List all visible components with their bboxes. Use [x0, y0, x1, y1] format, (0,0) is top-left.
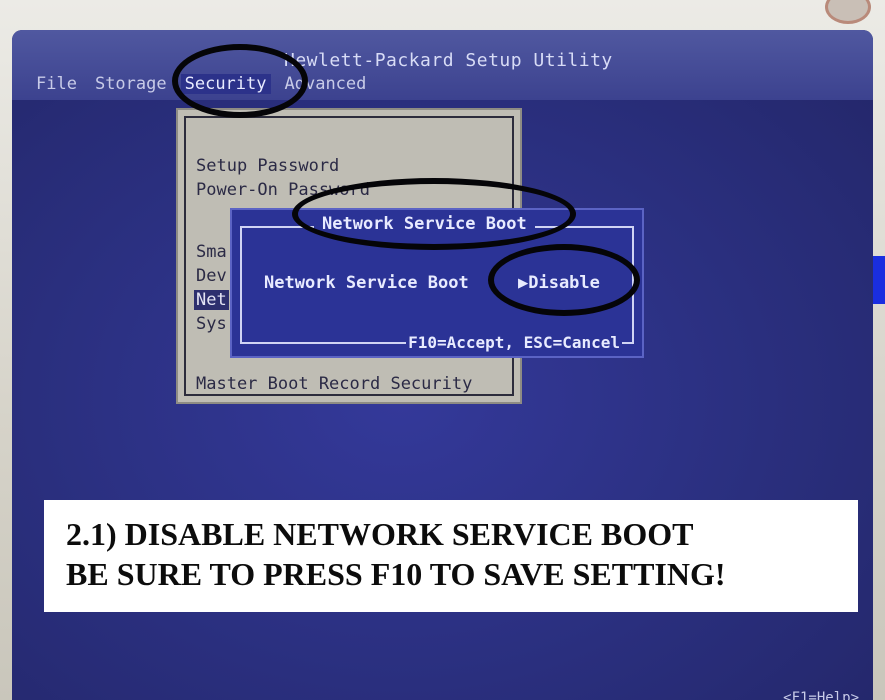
menu-item-system-ids[interactable]: Sys: [196, 314, 227, 334]
monitor-logo: [825, 0, 871, 24]
dialog-key-hints: F10=Accept, ESC=Cancel: [406, 333, 622, 352]
menu-file[interactable]: File: [32, 74, 81, 94]
caption-line-2: BE SURE TO PRESS F10 TO SAVE SETTING!: [66, 556, 726, 592]
menu-item-device-security[interactable]: Dev: [196, 266, 227, 286]
help-hint: <F1=Help>: [783, 690, 859, 700]
menu-item-master-boot-record-security[interactable]: Master Boot Record Security: [196, 374, 472, 394]
annotation-oval-disable: [488, 244, 640, 316]
app-title: Hewlett-Packard Setup Utility: [284, 50, 613, 71]
annotation-oval-security: [172, 44, 308, 118]
network-service-boot-label: Network Service Boot: [264, 273, 469, 293]
instruction-caption: 2.1) DISABLE NETWORK SERVICE BOOT BE SUR…: [44, 500, 858, 612]
menu-item-setup-password[interactable]: Setup Password: [196, 156, 339, 176]
caption-line-1: 2.1) DISABLE NETWORK SERVICE BOOT: [66, 516, 694, 552]
annotation-oval-dialog-title: [292, 178, 576, 250]
menu-item-smart-cover[interactable]: Sma: [196, 242, 227, 262]
monitor-bezel: Hewlett-Packard Setup Utility File Stora…: [0, 0, 885, 700]
title-bar: Hewlett-Packard Setup Utility File Stora…: [12, 30, 873, 100]
menu-item-network-service-boot[interactable]: Net: [194, 290, 229, 310]
menu-storage[interactable]: Storage: [91, 74, 171, 94]
